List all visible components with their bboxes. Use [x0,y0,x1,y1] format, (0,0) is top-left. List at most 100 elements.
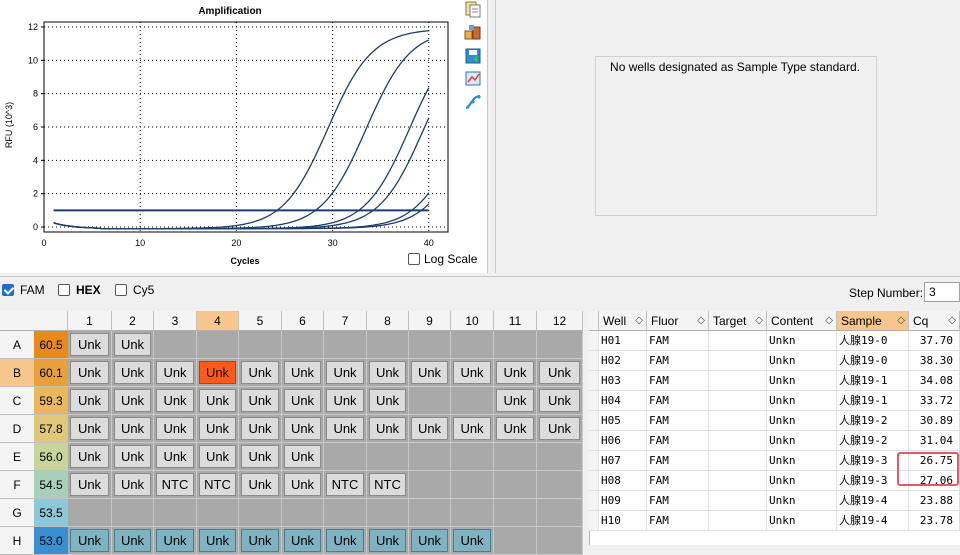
hex-toggle[interactable]: HEX [58,283,101,297]
plate-cell-H3[interactable]: Unk [154,527,197,555]
plate-well-C6[interactable]: Unk [284,389,321,412]
plate-cell-E1[interactable]: Unk [68,443,112,471]
plate-well-C5[interactable]: Unk [241,389,279,412]
plate-well-E4[interactable]: Unk [199,445,236,468]
plate-column-header-4[interactable]: 4 [197,311,239,331]
plate-cell-A9[interactable] [409,331,451,359]
table-cell-target[interactable] [709,351,767,371]
plate-row-header-A[interactable]: A [0,331,34,359]
step-number-input[interactable]: 3 [924,282,960,302]
table-cell-cq[interactable]: 33.72 [909,391,960,411]
plate-well-B11[interactable]: Unk [496,361,534,384]
plate-well-D11[interactable]: Unk [496,417,534,440]
plate-well-E1[interactable]: Unk [70,445,109,468]
plate-row-header-G[interactable]: G [0,499,34,527]
table-cell-well[interactable]: H06 [599,431,647,451]
plate-cell-D8[interactable]: Unk [367,415,409,443]
plate-cell-H10[interactable]: Unk [451,527,494,555]
plate-corner[interactable] [0,311,68,331]
plate-well-D3[interactable]: Unk [156,417,194,440]
plate-cell-G10[interactable] [451,499,494,527]
plate-cell-F2[interactable]: Unk [112,471,154,499]
plate-cell-F10[interactable] [451,471,494,499]
plate-well-D9[interactable]: Unk [411,417,448,440]
table-cell-well[interactable]: H10 [599,511,647,531]
plate-cell-G12[interactable] [537,499,583,527]
table-cell-content[interactable]: Unkn [767,471,837,491]
plate-cell-A6[interactable] [282,331,324,359]
table-row-handle[interactable] [589,331,599,351]
sort-icon[interactable]: ◇ [755,311,763,331]
plate-cell-E3[interactable]: Unk [154,443,197,471]
plate-well-F7[interactable]: NTC [326,473,364,496]
table-cell-fluor[interactable]: FAM [647,391,709,411]
table-cell-fluor[interactable]: FAM [647,331,709,351]
plate-well-D12[interactable]: Unk [539,417,580,440]
plate-cell-H6[interactable]: Unk [282,527,324,555]
table-cell-sample[interactable]: 人腺19-4 [837,511,909,531]
table-cell-target[interactable] [709,491,767,511]
plate-cell-A2[interactable]: Unk [112,331,154,359]
table-cell-content[interactable]: Unkn [767,411,837,431]
log-scale-toggle[interactable]: Log Scale [408,252,477,266]
table-cell-fluor[interactable]: FAM [647,371,709,391]
plate-cell-A10[interactable] [451,331,494,359]
table-cell-sample[interactable]: 人腺19-1 [837,371,909,391]
plate-cell-B10[interactable]: Unk [451,359,494,387]
plate-well-A2[interactable]: Unk [114,333,151,356]
plate-cell-G8[interactable] [367,499,409,527]
plate-cell-G1[interactable] [68,499,112,527]
plate-cell-H1[interactable]: Unk [68,527,112,555]
plate-row-header-D[interactable]: D [0,415,34,443]
column-header-well[interactable]: Well ◇ [599,311,647,331]
plate-cell-D1[interactable]: Unk [68,415,112,443]
plate-well-B9[interactable]: Unk [411,361,448,384]
plate-cell-C9[interactable] [409,387,451,415]
plate-cell-B4[interactable]: Unk [197,359,239,387]
plate-well-E2[interactable]: Unk [114,445,151,468]
plate-well-C8[interactable]: Unk [369,389,406,412]
plate-cell-H11[interactable] [494,527,537,555]
plate-cell-C1[interactable]: Unk [68,387,112,415]
plate-cell-H4[interactable]: Unk [197,527,239,555]
table-cell-sample[interactable]: 人腺19-2 [837,411,909,431]
plate-cell-H7[interactable]: Unk [324,527,367,555]
plate-column-header-7[interactable]: 7 [324,311,367,331]
table-row-handle[interactable] [589,411,599,431]
fam-checkbox[interactable] [2,284,14,296]
plate-cell-D12[interactable]: Unk [537,415,583,443]
plate-cell-E9[interactable] [409,443,451,471]
plate-row-header-E[interactable]: E [0,443,34,471]
plate-cell-F1[interactable]: Unk [68,471,112,499]
plate-well-C2[interactable]: Unk [114,389,151,412]
table-cell-target[interactable] [709,511,767,531]
table-cell-well[interactable]: H04 [599,391,647,411]
plate-cell-C8[interactable]: Unk [367,387,409,415]
plate-cell-B3[interactable]: Unk [154,359,197,387]
plate-well-D2[interactable]: Unk [114,417,151,440]
plate-well-H1[interactable]: Unk [70,529,109,552]
plate-cell-H2[interactable]: Unk [112,527,154,555]
table-cell-content[interactable]: Unkn [767,331,837,351]
plate-cell-A7[interactable] [324,331,367,359]
table-cell-content[interactable]: Unkn [767,351,837,371]
table-cell-well[interactable]: H01 [599,331,647,351]
plate-cell-E8[interactable] [367,443,409,471]
plate-cell-F11[interactable] [494,471,537,499]
plate-cell-G4[interactable] [197,499,239,527]
plate-well-B3[interactable]: Unk [156,361,194,384]
table-cell-well[interactable]: H03 [599,371,647,391]
table-row-handle[interactable] [589,471,599,491]
plate-well-F8[interactable]: NTC [369,473,406,496]
plate-well-F5[interactable]: Unk [241,473,279,496]
table-row-handle[interactable] [589,431,599,451]
plate-row-header-H[interactable]: H [0,527,34,555]
table-cell-cq[interactable]: 30.89 [909,411,960,431]
table-cell-cq[interactable]: 34.08 [909,371,960,391]
table-cell-well[interactable]: H08 [599,471,647,491]
plate-well-C12[interactable]: Unk [539,389,580,412]
table-cell-well[interactable]: H02 [599,351,647,371]
plate-column-header-12[interactable]: 12 [537,311,583,331]
plate-cell-B11[interactable]: Unk [494,359,537,387]
table-cell-fluor[interactable]: FAM [647,511,709,531]
